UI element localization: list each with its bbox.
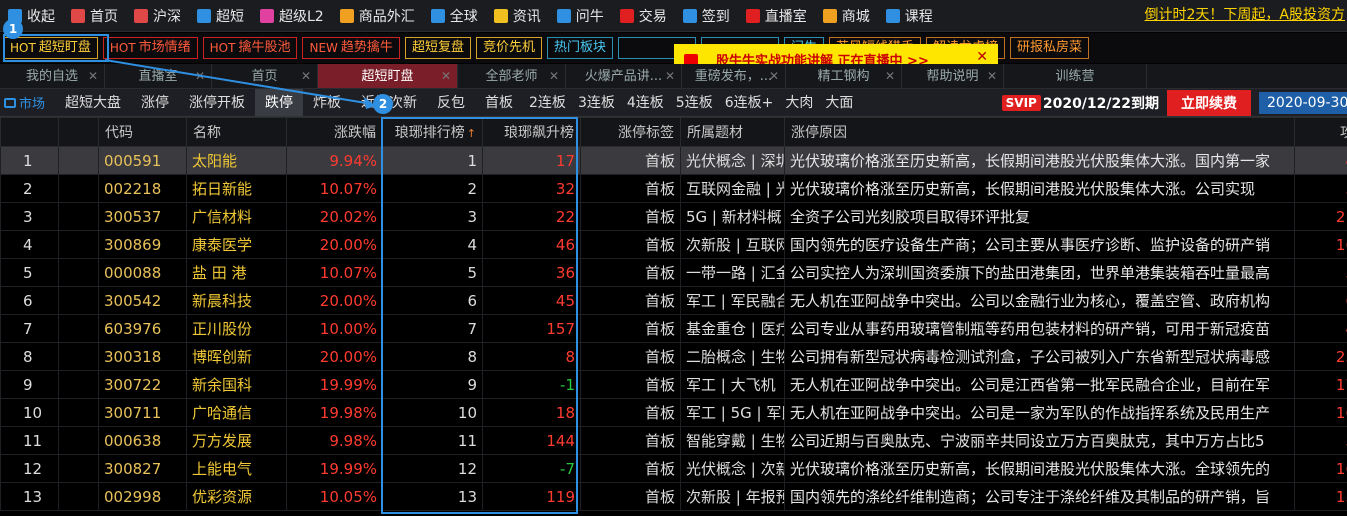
annotation-arrow xyxy=(104,59,376,109)
annotation-badge-2: 2 xyxy=(373,94,393,114)
annotation-badge-1: 1 xyxy=(3,19,23,39)
